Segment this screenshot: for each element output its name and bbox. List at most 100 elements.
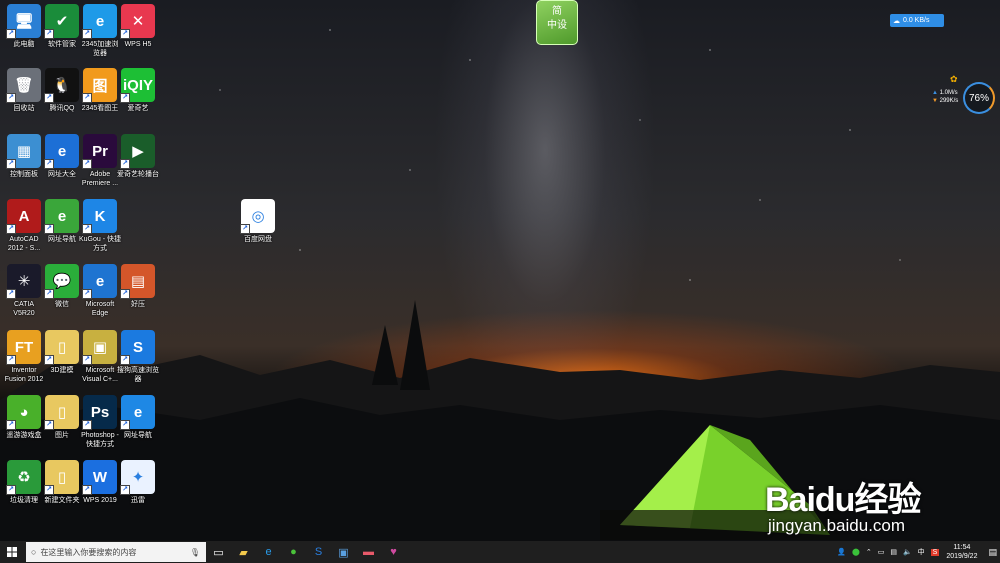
desktop-icon[interactable]: ◎ ↗ 百度网盘 (237, 199, 279, 244)
taskbar-chat-window[interactable]: ▬ (356, 541, 381, 563)
shortcut-arrow-icon: ↗ (44, 485, 54, 495)
desktop-icon[interactable]: iQIY ↗ 爱奇艺 (117, 68, 159, 113)
desktop-icon-label: 爱奇艺 (127, 105, 149, 112)
shortcut-arrow-icon: ↗ (120, 289, 130, 299)
top-center-logo[interactable]: 简 中设 (536, 0, 578, 45)
speed-widget[interactable]: ☁ 0.0 KB/s (890, 14, 944, 27)
app-icon: ◎ ↗ (240, 199, 275, 234)
app-icon: e ↗ (120, 395, 155, 430)
app-icon: 🖥 ↗ (6, 4, 41, 39)
desktop-icon-label: Microsoft Edge (85, 301, 115, 317)
app-icon: ✦ ↗ (120, 460, 155, 495)
cloud-icon: ☁ (893, 17, 900, 25)
desktop-icon[interactable]: ▣ ↗ Microsoft Visual C+... (79, 330, 121, 384)
start-button[interactable] (0, 541, 24, 563)
desktop-icon[interactable]: Pr ↗ Adobe Premiere ... (79, 134, 121, 188)
search-box[interactable]: ○ 在这里输入你要搜索的内容 🎙 (26, 542, 206, 562)
desktop-icon-label: AutoCAD 2012 - S... (7, 236, 41, 252)
desktop-icon[interactable]: e ↗ Microsoft Edge (79, 264, 121, 318)
desktop-icon-label: WPS H5 (124, 41, 152, 48)
taskbar-file-explorer[interactable]: ▰ (231, 541, 256, 563)
taskbar-control-panel[interactable]: ▣ (331, 541, 356, 563)
microphone-icon[interactable]: 🎙 (190, 548, 200, 557)
app-icon: ▤ ↗ (120, 264, 155, 299)
chevron-up-icon[interactable]: ⌃ (866, 548, 872, 556)
ime-indicator[interactable]: 中 (918, 547, 925, 557)
app-icon: Pr ↗ (82, 134, 117, 169)
desktop-icon[interactable]: ▦ ↗ 控制面板 (3, 134, 45, 179)
shortcut-arrow-icon: ↗ (120, 159, 130, 169)
person-icon[interactable]: 👤 (837, 548, 846, 556)
desktop-icon-label: 微信 (55, 301, 69, 308)
shortcut-arrow-icon: ↗ (44, 159, 54, 169)
taskbar-sogou-browser[interactable]: S (306, 541, 331, 563)
network-icon[interactable]: ▤ (890, 548, 897, 556)
desktop-icon-label: Adobe Premiere ... (81, 171, 119, 187)
desktop-icon[interactable]: ◕ ↗ 遥游游戏盒 (3, 395, 45, 440)
desktop-icon[interactable]: 🖥 ↗ 此电脑 (3, 4, 45, 49)
desktop-icon[interactable]: 🐧 ↗ 腾讯QQ (41, 68, 83, 113)
upload-icon: ▲ (932, 90, 938, 96)
app-icon: ▯ ↗ (44, 460, 79, 495)
taskbar-media-app[interactable]: ♥ (381, 541, 406, 563)
desktop-icon[interactable]: ▯ ↗ 新建文件夹 (41, 460, 83, 505)
desktop-icon-label: KuGou - 快捷方式 (79, 236, 122, 252)
desktop-icon[interactable]: 图 ↗ 2345看图王 (79, 68, 121, 113)
desktop-icon[interactable]: 🗑 ↗ 回收站 (3, 68, 45, 113)
desktop-icon[interactable]: 💬 ↗ 微信 (41, 264, 83, 309)
desktop-icon[interactable]: ▶ ↗ 爱奇艺轮播台 (117, 134, 159, 179)
desktop-icon[interactable]: ▯ ↗ 图片 (41, 395, 83, 440)
desktop-icon[interactable]: FT ↗ Inventor Fusion 2012 (3, 330, 45, 384)
battery-icon[interactable]: ▭ (878, 548, 885, 556)
network-monitor-widget[interactable]: ✿ ▲ 1.0M/s ▼ 299K/s 76% (930, 74, 995, 114)
desktop-icon[interactable]: ▤ ↗ 好压 (117, 264, 159, 309)
desktop-icon[interactable]: e ↗ 网址大全 (41, 134, 83, 179)
download-speed: 299K/s (939, 98, 959, 104)
app-icon: A ↗ (6, 199, 41, 234)
desktop-icon-label: 图片 (55, 432, 69, 439)
desktop-icon[interactable]: W ↗ WPS 2019 (79, 460, 121, 505)
app-icon: ▣ ↗ (82, 330, 117, 365)
desktop-icon[interactable]: e ↗ 2345加速浏览器 (79, 4, 121, 58)
shortcut-arrow-icon: ↗ (6, 224, 16, 234)
desktop-icon-label: 搜狗高速浏览器 (117, 367, 159, 383)
app-icon: ✕ ↗ (120, 4, 155, 39)
notification-icon[interactable]: ▤ (988, 547, 997, 558)
shortcut-arrow-icon: ↗ (6, 485, 16, 495)
desktop-icon[interactable]: e ↗ 网址导航 (41, 199, 83, 244)
desktop-icon[interactable]: ✔ ↗ 软件管家 (41, 4, 83, 49)
desktop-icon-label: 此电脑 (13, 41, 35, 48)
clock-date: 2019/9/22 (946, 553, 978, 560)
taskbar-ie-browser[interactable]: e (256, 541, 281, 563)
desktop-icon[interactable]: ▯ ↗ 3D建模 (41, 330, 83, 375)
shield-icon[interactable]: ⬤ (852, 548, 860, 556)
shortcut-arrow-icon: ↗ (82, 485, 92, 495)
taskbar-2345-browser[interactable]: ● (281, 541, 306, 563)
upload-speed: 1.0M/s (939, 90, 958, 96)
shortcut-arrow-icon: ↗ (82, 29, 92, 39)
windows-logo-icon (7, 547, 17, 557)
clock[interactable]: 11:54 2019/9/22 (946, 543, 977, 561)
desktop-icon[interactable]: S ↗ 搜狗高速浏览器 (117, 330, 159, 384)
shortcut-arrow-icon: ↗ (44, 289, 54, 299)
app-icon: 💬 ↗ (44, 264, 79, 299)
desktop-icon-label: Photoshop - 快捷方式 (81, 432, 119, 448)
desktop-icon-label: 网址大全 (48, 171, 76, 178)
desktop-icon[interactable]: e ↗ 网址导航 (117, 395, 159, 440)
shortcut-arrow-icon: ↗ (82, 289, 92, 299)
task-view-button[interactable]: ▭ (206, 541, 231, 563)
antivirus-icon[interactable]: S (930, 548, 940, 556)
desktop-icon-label: 爱奇艺轮播台 (117, 171, 159, 178)
desktop-icon[interactable]: Ps ↗ Photoshop - 快捷方式 (79, 395, 121, 449)
volume-icon[interactable]: 🔈 (903, 548, 912, 556)
desktop-icon[interactable]: ✦ ↗ 迅雷 (117, 460, 159, 505)
watermark-url: jingyan.baidu.com (768, 516, 906, 535)
desktop-icon[interactable]: K ↗ KuGou - 快捷方式 (79, 199, 121, 253)
desktop-icon[interactable]: ♻ ↗ 垃圾清理 (3, 460, 45, 505)
logo-line1: 简 (552, 6, 562, 17)
desktop-icon-label: 新建文件夹 (44, 497, 80, 504)
desktop-icon[interactable]: ✕ ↗ WPS H5 (117, 4, 159, 49)
desktop-icon[interactable]: ✳ ↗ CATIA V5R20 (3, 264, 45, 318)
clock-time: 11:54 (953, 544, 971, 551)
desktop-icon[interactable]: A ↗ AutoCAD 2012 - S... (3, 199, 45, 253)
